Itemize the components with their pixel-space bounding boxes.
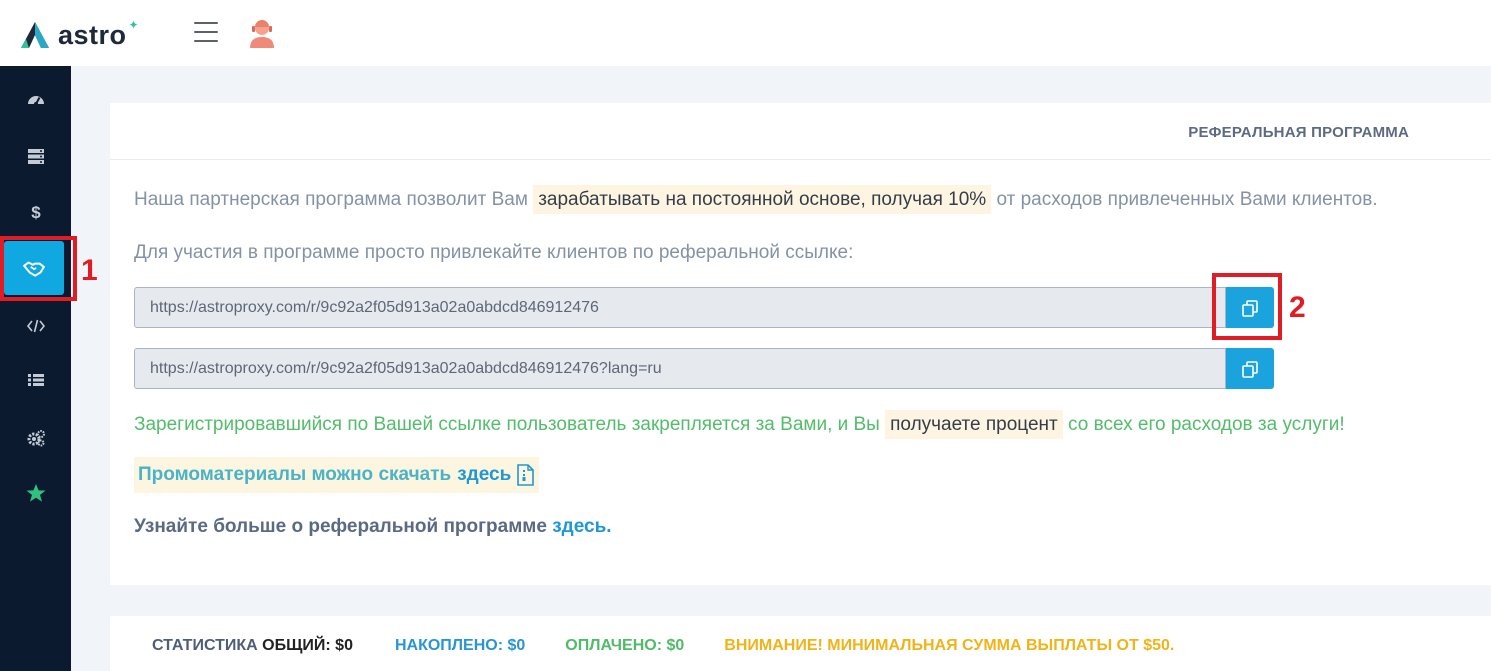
sidebar-item-dashboard[interactable] [0,78,71,122]
promo-materials: Промоматериалы можно скачать здесь [134,457,540,493]
stats-bar: СТАТИСТИКА ОБЩИЙ: $0 НАКОПЛЕНО: $0 ОПЛАЧ… [152,637,1174,655]
copy-link-button-1[interactable] [1226,287,1274,328]
sidebar-item-list[interactable] [0,358,71,402]
servers-icon [27,149,44,164]
code-icon [26,319,45,333]
copy-icon [1242,299,1258,317]
handshake-icon [23,261,45,277]
dashboard-gauge-icon [27,96,44,106]
annotation-label-2: 2 [1289,291,1306,324]
sidebar-item-billing[interactable]: $ [0,190,71,234]
sidebar-item-favorites[interactable] [0,471,71,515]
top-bar: astro ✦ [0,0,1491,66]
card-header: РЕФЕРАЛЬНАЯ ПРОГРАММА [110,103,1491,160]
promo-text: Промоматериалы можно скачать [138,464,452,485]
promo-download-link[interactable]: здесь [457,464,511,486]
intro-text-after: от расходов привлеченных Вами клиентов. [991,189,1378,210]
learn-more-text: Узнайте больше о реферальной программе [134,516,553,537]
referral-link-row-2 [134,348,1274,389]
referral-link-row-1 [134,287,1274,328]
stats-accumulated: НАКОПЛЕНО: $0 [394,637,526,654]
sidebar-item-api[interactable] [0,304,71,348]
registered-text-after: со всех его расходов за услуги! [1062,414,1345,435]
logo[interactable]: astro ✦ [20,18,139,50]
sidebar-item-settings[interactable] [0,416,71,460]
referral-link-input-1[interactable] [134,287,1226,328]
learn-more-link[interactable]: здесь [552,516,606,537]
copy-icon [1242,360,1258,378]
support-operator-avatar-icon[interactable] [248,18,276,48]
intro-text-before: Наша партнерская программа позволит Вам [134,189,534,210]
registered-text-before: Зарегистрировавшийся по Вашей ссылке пол… [134,414,886,435]
registered-highlight: получаете процент [885,410,1063,439]
copy-link-button-2[interactable] [1226,348,1274,389]
stats-paid: ОПЛАЧЕНО: $0 [565,637,685,654]
sidebar-item-referral[interactable] [4,241,64,295]
hamburger-icon[interactable] [194,22,218,42]
referral-intro: Наша партнерская программа позволит Вам … [134,185,1378,214]
stats-warning: ВНИМАНИЕ! МИНИМАЛЬНАЯ СУММА ВЫПЛАТЫ ОТ $… [724,637,1175,654]
intro-highlight: зарабатывать на постоянной основе, получ… [533,185,992,214]
list-icon [27,374,44,386]
settings-cogs-icon [27,430,45,447]
astro-logo-icon [21,22,49,48]
sidebar-item-servers[interactable] [0,134,71,178]
file-archive-icon[interactable] [515,464,535,486]
learn-more-dot: . [606,516,612,537]
svg-text:$: $ [31,203,41,222]
dollar-icon: $ [31,203,41,222]
stats-label: СТАТИСТИКА [152,637,258,654]
annotation-label-1: 1 [81,254,98,287]
sidebar: $ [0,66,71,671]
page-title: РЕФЕРАЛЬНАЯ ПРОГРАММА [1188,124,1409,141]
logo-text: astro [58,19,127,50]
learn-more: Узнайте больше о реферальной программе з… [134,516,612,538]
star-icon [26,484,45,502]
stats-card: СТАТИСТИКА ОБЩИЙ: $0 НАКОПЛЕНО: $0 ОПЛАЧ… [110,616,1491,671]
registered-note: Зарегистрировавшийся по Вашей ссылке пол… [134,410,1345,439]
referral-instruction: Для участия в программе просто привлекай… [134,242,854,263]
referral-card: РЕФЕРАЛЬНАЯ ПРОГРАММА Наша партнерская п… [110,103,1491,585]
logo-sparkle-icon: ✦ [128,18,139,32]
stats-total: ОБЩИЙ: $0 [262,637,353,654]
referral-link-input-2[interactable] [134,348,1226,389]
